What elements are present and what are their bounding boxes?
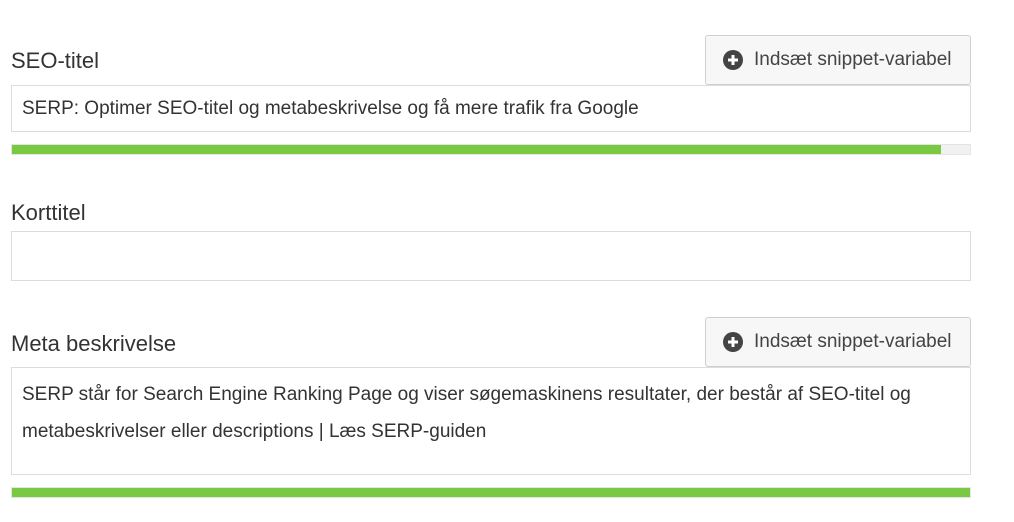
seo-title-label: SEO-titel	[11, 48, 100, 73]
seo-title-progress-fill	[12, 145, 942, 154]
meta-description-progress-fill	[12, 488, 970, 497]
seo-title-progress-bar	[11, 144, 971, 155]
seo-title-insert-snippet-button[interactable]: Indsæt snippet-variabel	[705, 35, 971, 85]
seo-settings-panel: SEO-titel Indsæt snippet-variabel SERP: …	[0, 0, 1014, 522]
short-title-input[interactable]	[11, 231, 971, 281]
plus-circle-icon	[723, 50, 743, 70]
meta-description-label: Meta beskrivelse	[11, 331, 177, 356]
meta-description-progress-bar	[11, 487, 971, 498]
meta-description-insert-snippet-button[interactable]: Indsæt snippet-variabel	[705, 317, 971, 367]
insert-snippet-label: Indsæt snippet-variabel	[754, 331, 952, 352]
short-title-label: Korttitel	[11, 200, 86, 225]
insert-snippet-label: Indsæt snippet-variabel	[754, 49, 952, 70]
seo-title-input[interactable]: SERP: Optimer SEO-titel og metabeskrivel…	[11, 85, 971, 132]
plus-circle-icon	[723, 332, 743, 352]
meta-description-textarea[interactable]: SERP står for Search Engine Ranking Page…	[11, 367, 971, 475]
